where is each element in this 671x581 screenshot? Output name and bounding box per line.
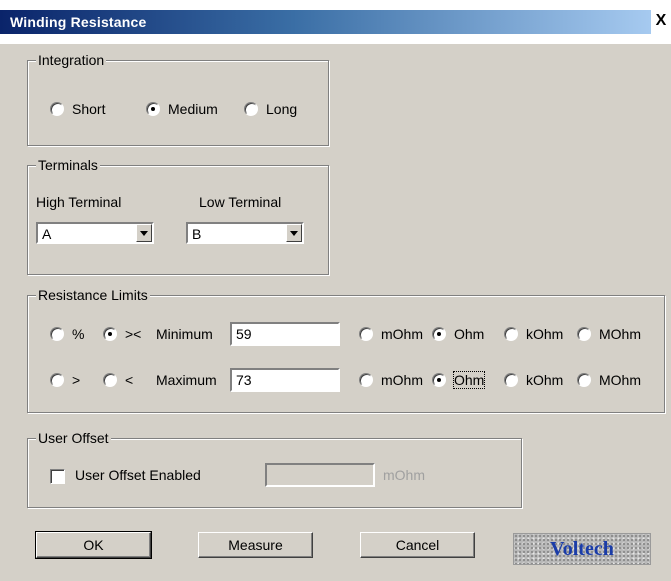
radio-label: mOhm [381, 372, 423, 388]
low-terminal-select[interactable]: B [186, 222, 304, 244]
integration-short-radio[interactable]: Short [50, 101, 105, 117]
dialog-window: Winding Resistance X Integration Short M… [0, 0, 671, 581]
radio-label: MOhm [599, 326, 641, 342]
user-offset-unit-label: mOhm [383, 467, 425, 483]
terminals-group: Terminals High Terminal A Low Terminal B [27, 156, 329, 275]
maximum-unit-mohm-mega-radio[interactable]: MOhm [577, 372, 641, 388]
radio-label: >< [125, 326, 142, 342]
window-title: Winding Resistance [10, 14, 147, 30]
user-offset-legend: User Offset [36, 429, 111, 447]
cancel-button[interactable]: Cancel [360, 532, 475, 558]
close-icon[interactable]: X [651, 10, 671, 34]
dropdown-arrow-icon[interactable] [136, 224, 152, 242]
minimum-label: Minimum [156, 326, 213, 342]
minimum-unit-kohm-radio[interactable]: kOhm [504, 326, 563, 342]
integration-long-radio[interactable]: Long [244, 101, 297, 117]
resistance-limits-group: Resistance Limits % >< Minimum 59 mOhm O… [27, 286, 665, 413]
radio-selected-icon [432, 373, 446, 387]
user-offset-group: User Offset User Offset Enabled mOhm [27, 429, 522, 508]
low-terminal-value: B [192, 226, 202, 242]
maximum-label: Maximum [156, 372, 217, 388]
radio-label: % [72, 326, 85, 342]
radio-circle-icon [504, 327, 518, 341]
voltech-logo: Voltech [513, 533, 651, 565]
radio-label: Ohm [454, 326, 485, 342]
radio-label: > [72, 372, 81, 388]
radio-selected-icon [432, 327, 446, 341]
radio-label: Ohm [452, 371, 486, 389]
integration-group: Integration Short Medium Long [27, 51, 329, 146]
radio-circle-icon [244, 102, 258, 116]
limit-mode-less-radio[interactable]: < [103, 372, 133, 388]
limit-mode-greater-radio[interactable]: > [50, 372, 80, 388]
radio-selected-icon [103, 327, 117, 341]
radio-circle-icon [359, 327, 373, 341]
radio-label: Medium [168, 101, 218, 117]
radio-circle-icon [50, 102, 64, 116]
minimum-unit-ohm-radio[interactable]: Ohm [432, 326, 484, 342]
user-offset-input[interactable] [265, 463, 375, 487]
limit-mode-percent-radio[interactable]: % [50, 326, 84, 342]
radio-circle-icon [103, 373, 117, 387]
radio-label: Long [266, 101, 298, 117]
high-terminal-select[interactable]: A [36, 222, 154, 244]
radio-label: mOhm [381, 326, 423, 342]
radio-circle-icon [50, 327, 64, 341]
radio-label: MOhm [599, 372, 641, 388]
radio-label: Short [72, 101, 106, 117]
radio-label: kOhm [526, 326, 564, 342]
limit-mode-between-radio[interactable]: >< [103, 326, 141, 342]
integration-medium-radio[interactable]: Medium [146, 101, 218, 117]
radio-circle-icon [577, 327, 591, 341]
radio-selected-icon [146, 102, 160, 116]
resistance-limits-legend: Resistance Limits [36, 286, 150, 304]
terminals-legend: Terminals [36, 156, 100, 174]
maximum-unit-ohm-radio[interactable]: Ohm [432, 371, 486, 389]
user-offset-enabled-label: User Offset Enabled [75, 467, 201, 483]
minimum-unit-mohm-radio[interactable]: mOhm [359, 326, 423, 342]
radio-label: kOhm [526, 372, 564, 388]
radio-circle-icon [577, 373, 591, 387]
high-terminal-label: High Terminal [36, 194, 122, 210]
maximum-input[interactable]: 73 [230, 368, 340, 392]
measure-button[interactable]: Measure [198, 532, 313, 558]
dropdown-arrow-icon[interactable] [286, 224, 302, 242]
user-offset-checkbox[interactable] [50, 469, 65, 484]
ok-button[interactable]: OK [35, 531, 152, 559]
radio-circle-icon [359, 373, 373, 387]
dialog-body: Integration Short Medium Long Terminals … [0, 44, 671, 581]
integration-legend: Integration [36, 51, 107, 69]
high-terminal-value: A [42, 226, 52, 242]
maximum-unit-mohm-radio[interactable]: mOhm [359, 372, 423, 388]
maximum-unit-kohm-radio[interactable]: kOhm [504, 372, 563, 388]
title-bar: Winding Resistance X [0, 0, 671, 44]
minimum-unit-mohm-mega-radio[interactable]: MOhm [577, 326, 641, 342]
minimum-input[interactable]: 59 [230, 322, 340, 346]
radio-label: < [125, 372, 134, 388]
low-terminal-label: Low Terminal [199, 194, 282, 210]
radio-circle-icon [504, 373, 518, 387]
radio-circle-icon [50, 373, 64, 387]
